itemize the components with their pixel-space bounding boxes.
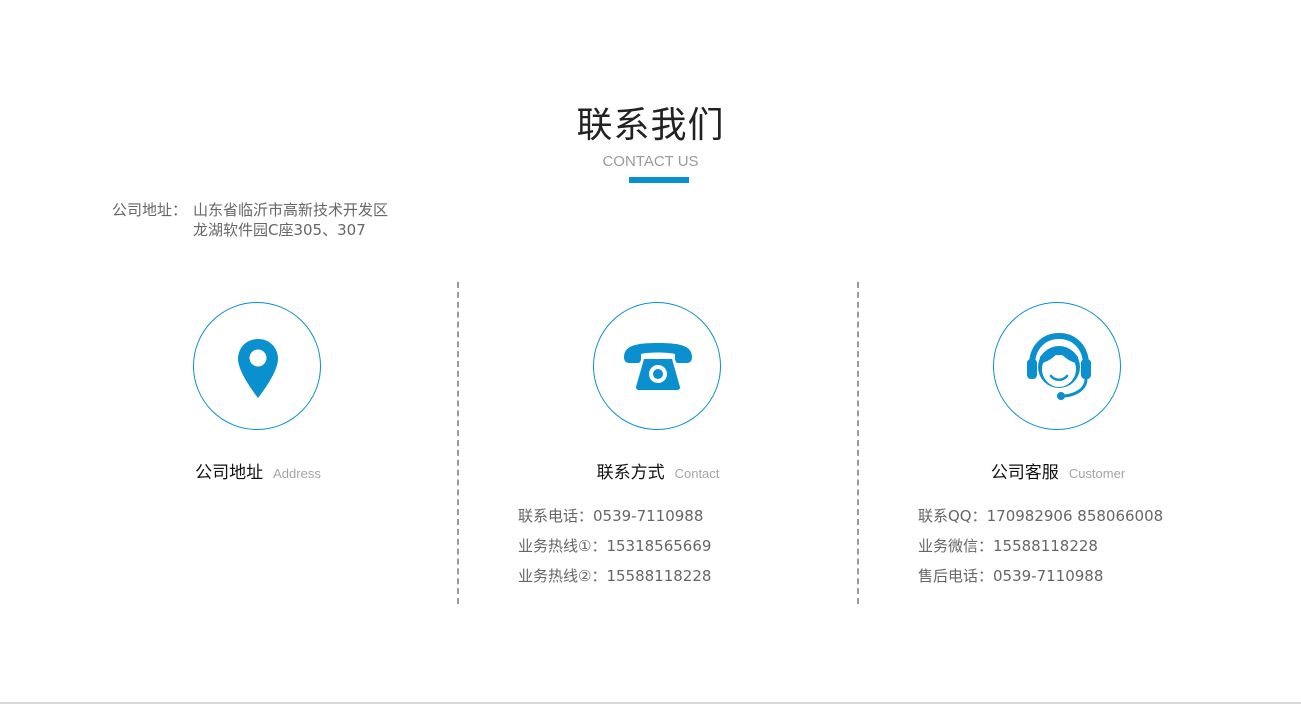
- address-label: 公司地址：: [112, 201, 188, 219]
- customer-wechat: 业务微信：15588118228: [918, 537, 1098, 555]
- customer-title: 公司客服: [990, 463, 1059, 483]
- contact-phone: 联系电话：0539-7110988: [518, 507, 704, 525]
- section-title: 联系我们: [576, 105, 725, 146]
- location-pin-icon: [238, 339, 278, 398]
- contact-hotline-1: 业务热线①：15318565669: [518, 537, 712, 555]
- address-heading: 公司地址 Address: [58, 458, 458, 483]
- address-icon-circle: [193, 302, 321, 430]
- contact-title-en: Contact: [674, 466, 720, 481]
- title-underline: [629, 177, 689, 183]
- customer-aftersales-phone: 售后电话：0539-7110988: [918, 567, 1104, 585]
- address-value: 山东省临沂市高新技术开发区 龙湖软件园C座305、307: [193, 200, 388, 240]
- address-title: 公司地址: [195, 463, 264, 483]
- address-title-en: Address: [273, 466, 321, 481]
- contact-hotline-2: 业务热线②：15588118228: [518, 567, 712, 585]
- telephone-icon: [624, 343, 692, 390]
- contact-title: 联系方式: [596, 463, 665, 483]
- customer-service-headset-icon: [1027, 332, 1091, 400]
- customer-icon-circle: [993, 302, 1121, 430]
- contact-icon-circle: [593, 302, 721, 430]
- contact-heading: 联系方式 Contact: [458, 458, 858, 483]
- customer-qq: 联系QQ：170982906 858066008: [918, 507, 1164, 525]
- section-subtitle: CONTACT US: [602, 153, 699, 170]
- contact-info-list: 联系电话：0539-7110988 业务热线①：15318565669 业务热线…: [518, 501, 711, 591]
- customer-heading: 公司客服 Customer: [858, 458, 1258, 483]
- address-line: 龙湖软件园C座305、307: [193, 221, 366, 239]
- address-line: 山东省临沂市高新技术开发区: [193, 201, 389, 219]
- column-divider: [457, 282, 459, 604]
- customer-info-list: 联系QQ：170982906 858066008 业务微信：1558811822…: [918, 501, 1163, 591]
- column-divider: [857, 282, 859, 604]
- customer-title-en: Customer: [1068, 466, 1126, 481]
